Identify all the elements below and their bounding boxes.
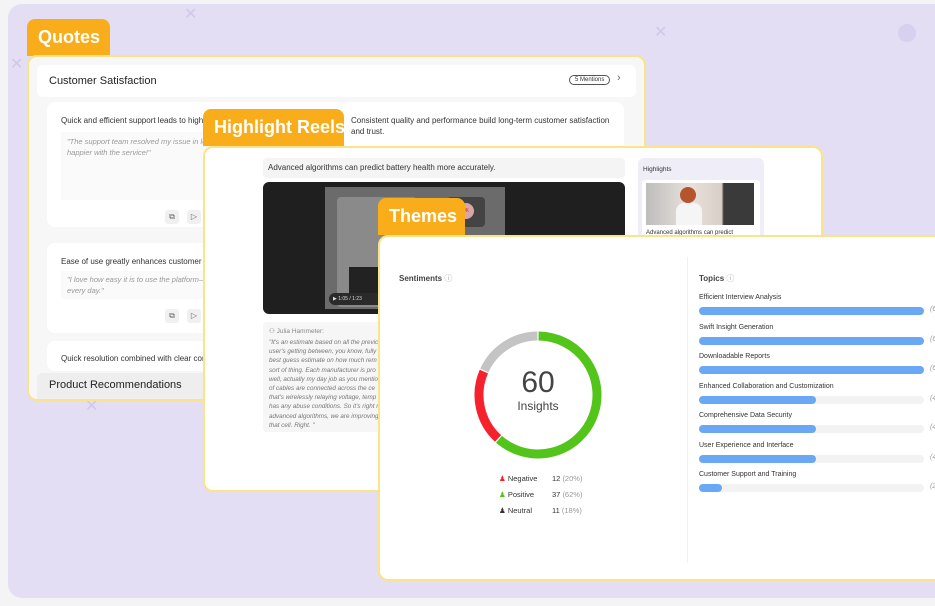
highlight-thumbnail	[646, 183, 754, 225]
topic-bar-track	[699, 395, 924, 404]
topic-count: (6	[930, 335, 935, 343]
topic-label: Efficient Interview Analysis	[699, 294, 782, 301]
quote-title: and trust.	[351, 127, 385, 136]
person-icon: ♟	[499, 490, 506, 499]
info-icon[interactable]: ⓘ	[726, 274, 734, 283]
decor-x-icon: ✕	[654, 24, 668, 41]
legend-percent: (20%)	[562, 474, 583, 483]
topic-item[interactable]: Swift Insight Generation (6	[699, 323, 935, 345]
topic-bar-fill	[699, 307, 924, 315]
quote-item: Consistent quality and performance build…	[339, 102, 624, 152]
legend-label: Negative	[507, 474, 538, 483]
topic-bar-fill	[699, 425, 816, 433]
topic-bar-fill	[699, 366, 924, 374]
legend-count: 37	[552, 490, 561, 499]
insights-label: Insights	[517, 399, 559, 413]
quote-title: Consistent quality and performance build…	[351, 116, 610, 125]
legend-count: 12	[552, 474, 561, 483]
video-time: 1:05 / 1:23	[338, 296, 362, 302]
topic-bar-track	[699, 454, 924, 463]
highlights-title: Highlights	[643, 166, 672, 173]
topic-label: Customer Support and Training	[699, 471, 797, 478]
topic-bar-track	[699, 307, 924, 315]
decor-x-icon: ✕	[184, 6, 198, 23]
topic-item[interactable]: Downloadable Reports (6	[699, 353, 935, 374]
tab-quotes[interactable]: Quotes	[27, 19, 110, 56]
quote-title: Quick resolution combined with clear com…	[61, 354, 212, 363]
topic-item[interactable]: User Experience and Interface (4	[699, 441, 935, 463]
topic-bar-track	[699, 425, 924, 433]
topic-bar-track	[699, 484, 924, 492]
topic-count: (6	[930, 306, 935, 313]
copy-icon[interactable]: ⧉	[165, 309, 179, 323]
legend-item-positive: ♟ Positive 37 (62%)	[499, 490, 619, 502]
section-title: Customer Satisfaction	[49, 75, 157, 87]
topic-count: (4	[930, 453, 935, 461]
topic-bar-fill	[699, 454, 816, 463]
topic-count: (4	[930, 394, 935, 402]
info-icon[interactable]: ⓘ	[444, 274, 452, 283]
themes-card: Sentiments ⓘ 60 Insights ♟ Negative 12 (2…	[378, 235, 935, 581]
topic-count: (6	[930, 365, 935, 372]
legend-item-negative: ♟ Negative 12 (20%)	[499, 474, 619, 486]
sentiments-title: Sentiments	[399, 274, 443, 283]
topic-bar-fill	[699, 484, 722, 492]
divider	[687, 257, 688, 563]
insights-total: 60	[521, 366, 555, 399]
speaker-name: Julia Hammeter:	[276, 328, 324, 335]
tab-themes[interactable]: Themes	[378, 198, 465, 235]
decor-dot	[898, 24, 916, 42]
quote-title: Quick and efficient support leads to hig…	[61, 116, 214, 125]
topic-label: Comprehensive Data Security	[699, 412, 792, 419]
topic-label: Swift Insight Generation	[699, 323, 774, 331]
play-icon[interactable]: ▷	[187, 210, 201, 224]
user-icon: ⚇	[269, 328, 277, 335]
section-header[interactable]: Customer Satisfaction 5 Mentions ›	[37, 65, 636, 97]
section-title: Product Recommendations	[49, 379, 182, 391]
topic-label: User Experience and Interface	[699, 441, 794, 449]
copy-icon[interactable]: ⧉	[165, 210, 179, 224]
reel-headline: Advanced algorithms can predict battery …	[263, 158, 625, 178]
tab-highlight-reels[interactable]: Highlight Reels	[203, 109, 345, 146]
legend-item-neutral: ♟ Neutral 11 (18%)	[499, 506, 619, 518]
legend-percent: (62%)	[562, 490, 583, 499]
legend-count: 11	[552, 506, 560, 515]
legend-percent: (18%)	[561, 506, 582, 515]
person-icon: ♟	[499, 506, 506, 515]
person-icon: ♟	[499, 474, 506, 483]
legend-label: Positive	[507, 490, 535, 499]
chevron-right-icon[interactable]: ›	[617, 72, 621, 84]
topic-bar-track	[699, 336, 924, 345]
topic-item[interactable]: Enhanced Collaboration and Customization…	[699, 382, 935, 404]
mentions-badge: 5 Mentions	[569, 75, 611, 85]
topic-label: Downloadable Reports	[699, 353, 770, 360]
topics-title: Topics	[699, 274, 725, 283]
topic-count: (2	[930, 483, 935, 490]
topic-item[interactable]: Efficient Interview Analysis (6	[699, 294, 935, 315]
decor-x-icon: ✕	[10, 56, 24, 73]
topic-bar-fill	[699, 395, 816, 404]
topic-label: Enhanced Collaboration and Customization	[699, 382, 834, 390]
topic-bar-fill	[699, 336, 924, 345]
topic-count: (4	[930, 424, 935, 431]
topic-bar-track	[699, 366, 924, 374]
legend-label: Neutral	[507, 506, 533, 515]
play-icon[interactable]: ▷	[187, 309, 201, 323]
topic-item[interactable]: Comprehensive Data Security (4	[699, 412, 935, 433]
quote-title: Ease of use greatly enhances customer sa…	[61, 257, 217, 266]
topic-item[interactable]: Customer Support and Training (2	[699, 471, 935, 492]
